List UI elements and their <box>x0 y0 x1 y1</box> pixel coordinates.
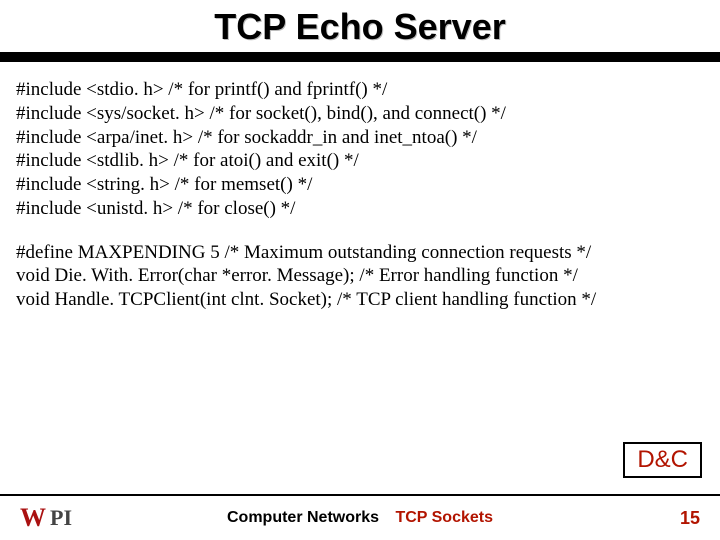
code-line: void Handle. TCPClient(int clnt. Socket)… <box>16 288 704 312</box>
logo-w-letter: W <box>20 505 46 531</box>
slide-title: TCP Echo Server <box>214 6 505 47</box>
title-bar: TCP Echo Server <box>0 0 720 52</box>
footer-left: W PI <box>20 505 72 531</box>
wpi-logo: W PI <box>20 505 72 531</box>
footer-topic: Computer Networks <box>227 509 379 526</box>
declarations-block: #define MAXPENDING 5 /* Maximum outstand… <box>16 241 704 312</box>
dc-badge: D&C <box>623 442 702 478</box>
code-line: void Die. With. Error(char *error. Messa… <box>16 264 704 288</box>
slide: TCP Echo Server #include <stdio. h> /* f… <box>0 0 720 540</box>
code-line: #include <stdio. h> /* for printf() and … <box>16 78 704 102</box>
logo-pi-letters: PI <box>50 505 72 531</box>
includes-block: #include <stdio. h> /* for printf() and … <box>16 78 704 221</box>
code-line: #include <sys/socket. h> /* for socket()… <box>16 102 704 126</box>
code-line: #include <unistd. h> /* for close() */ <box>16 197 704 221</box>
footer: W PI Computer Networks TCP Sockets 15 <box>0 494 720 540</box>
code-line: #include <arpa/inet. h> /* for sockaddr_… <box>16 126 704 150</box>
footer-center: Computer Networks TCP Sockets <box>0 509 720 527</box>
code-line: #define MAXPENDING 5 /* Maximum outstand… <box>16 241 704 265</box>
title-underline <box>0 52 720 62</box>
content-area: #include <stdio. h> /* for printf() and … <box>0 62 720 312</box>
footer-subtopic: TCP Sockets <box>395 509 493 526</box>
code-line: #include <string. h> /* for memset() */ <box>16 173 704 197</box>
code-line: #include <stdlib. h> /* for atoi() and e… <box>16 149 704 173</box>
page-number: 15 <box>680 508 700 529</box>
